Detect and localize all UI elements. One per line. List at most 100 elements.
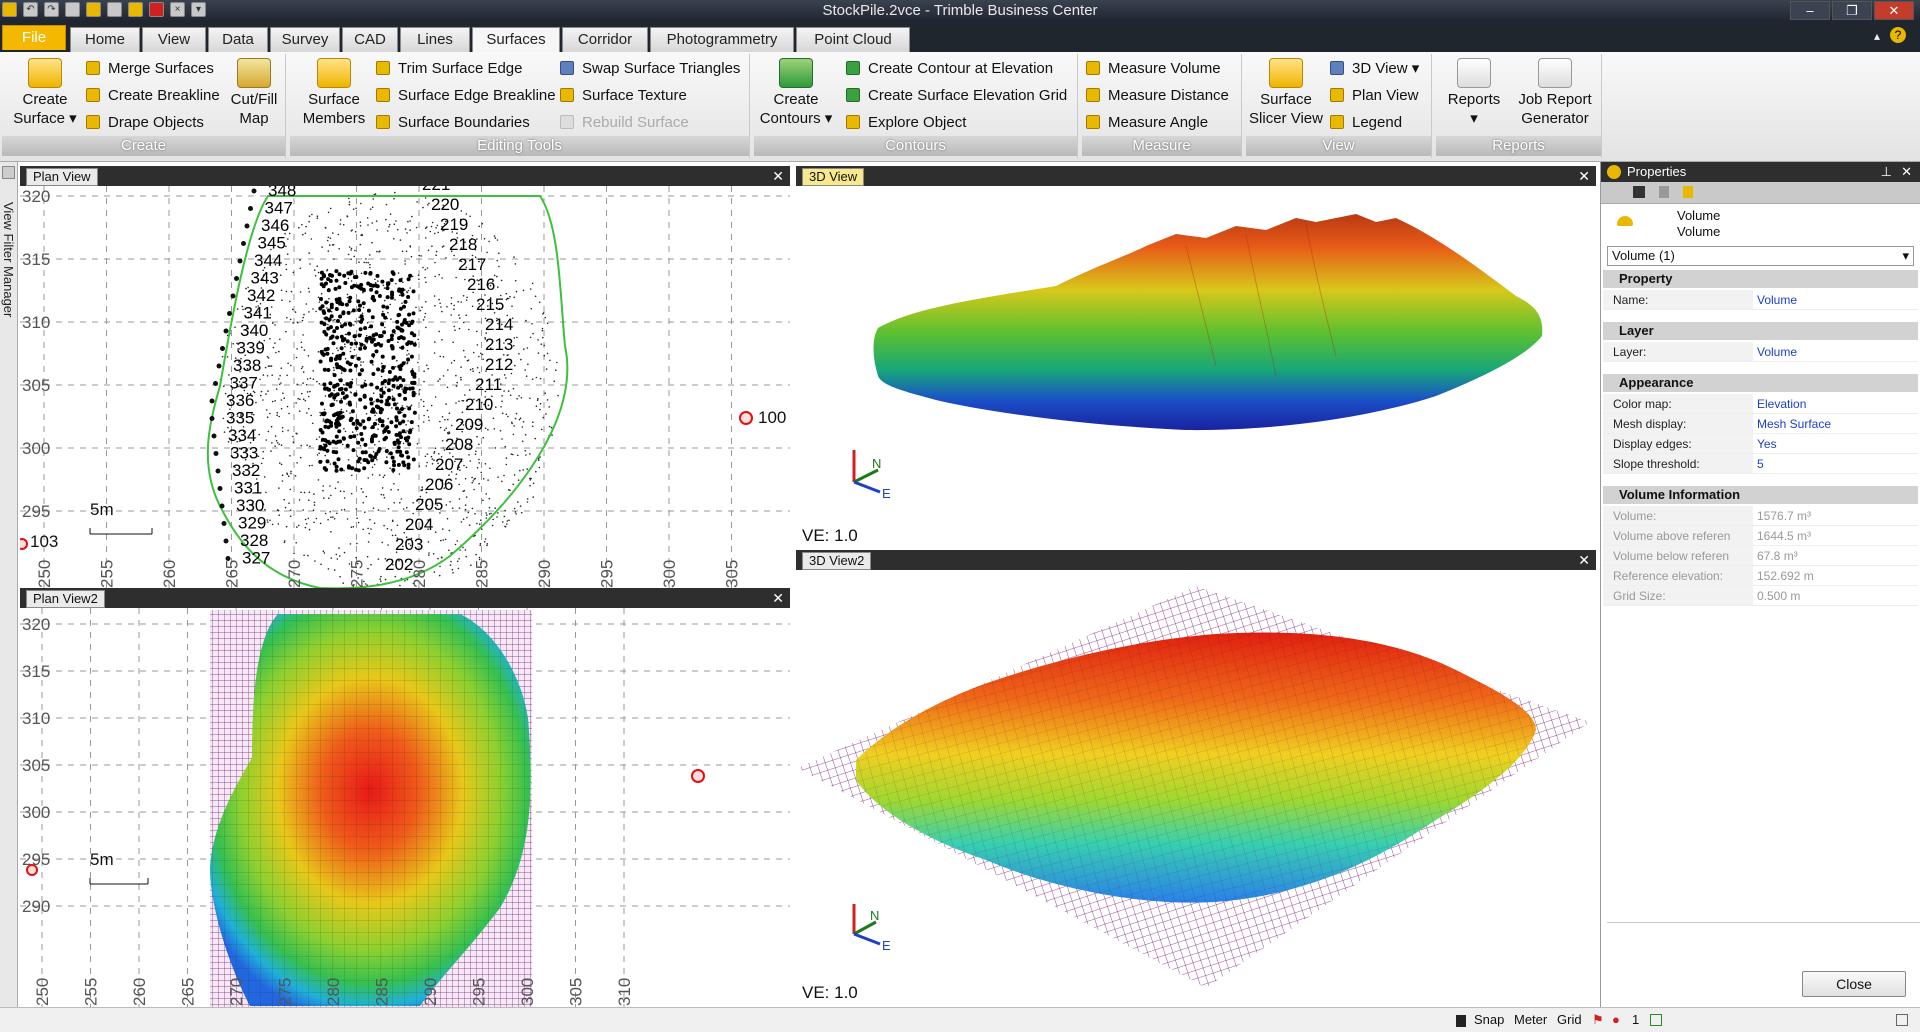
- drape-objects-button[interactable]: Drape Objects: [86, 112, 204, 134]
- status-box-icon[interactable]: [1896, 1014, 1908, 1026]
- snap-toggle[interactable]: Snap: [1474, 1012, 1504, 1027]
- surface-edge-breakline-button[interactable]: Surface Edge Breakline: [376, 85, 556, 107]
- close-icon[interactable]: ✕: [772, 589, 784, 607]
- plan-view2-canvas[interactable]: 320 315 310 305 300 295 290 250 255 260 265 270 275 2…: [20, 608, 790, 1007]
- create-breakline-button[interactable]: Create Breakline: [86, 85, 220, 107]
- sort-icon[interactable]: [1659, 186, 1670, 198]
- property-row[interactable]: Color map: Elevation: [1603, 394, 1918, 414]
- swap-surface-triangles-button[interactable]: Swap Surface Triangles: [560, 58, 740, 80]
- flag-icon[interactable]: ⚑: [1592, 1012, 1604, 1028]
- create-surface-button[interactable]: Create Surface ▾: [6, 58, 84, 128]
- grid-toggle[interactable]: Grid: [1557, 1012, 1582, 1027]
- property-row[interactable]: Volume: 1576.7 m³: [1603, 506, 1918, 526]
- property-value[interactable]: 1576.7 m³: [1753, 506, 1918, 525]
- pin-icon[interactable]: [2, 166, 15, 179]
- property-row[interactable]: Layer: Volume: [1603, 342, 1918, 362]
- plan-view-button[interactable]: Plan View: [1330, 85, 1418, 107]
- close-window-button[interactable]: ✕: [1874, 1, 1914, 20]
- pin-icon[interactable]: ⊥: [1881, 162, 1892, 182]
- object-selector[interactable]: Volume (1) ▾: [1607, 246, 1914, 266]
- 3d-view2-tab[interactable]: 3D View2: [802, 552, 872, 570]
- reports-button[interactable]: Reports ▾: [1442, 58, 1506, 128]
- property-row[interactable]: Slope threshold: 5: [1603, 454, 1918, 474]
- tab-photogrammetry[interactable]: Photogrammetry: [650, 27, 794, 52]
- snap-icon[interactable]: [1456, 1015, 1466, 1027]
- property-value[interactable]: Mesh Surface: [1753, 414, 1918, 433]
- close-icon[interactable]: ✕: [1578, 167, 1590, 185]
- measure-distance-button[interactable]: Measure Distance: [1086, 85, 1229, 107]
- property-row[interactable]: Name: Volume: [1603, 290, 1918, 310]
- property-value[interactable]: Volume: [1753, 342, 1918, 361]
- property-row[interactable]: Mesh display: Mesh Surface: [1603, 414, 1918, 434]
- close-button[interactable]: Close: [1802, 971, 1906, 997]
- view-filter-manager-tab[interactable]: View Filter Manager: [0, 162, 18, 1007]
- cut-fill-map-button[interactable]: Cut/Fill Map: [224, 58, 284, 128]
- tab-home[interactable]: Home: [70, 27, 140, 52]
- tab-lines[interactable]: Lines: [400, 27, 470, 52]
- plan-view2-tab[interactable]: Plan View2: [26, 590, 105, 608]
- property-value[interactable]: 67.8 m³: [1753, 546, 1918, 565]
- property-row[interactable]: Display edges: Yes: [1603, 434, 1918, 454]
- property-row[interactable]: Reference elevation: 152.692 m: [1603, 566, 1918, 586]
- record-icon[interactable]: ●: [1612, 1012, 1620, 1027]
- section-header[interactable]: Layer: [1603, 322, 1918, 340]
- create-surface-elevation-grid-button[interactable]: Create Surface Elevation Grid: [846, 85, 1067, 107]
- measure-angle-button[interactable]: Measure Angle: [1086, 112, 1208, 134]
- units-indicator[interactable]: Meter: [1514, 1012, 1547, 1027]
- selection-icon[interactable]: [1650, 1014, 1662, 1026]
- tab-cad[interactable]: CAD: [342, 27, 398, 52]
- surface-slicer-view-button[interactable]: Surface Slicer View: [1248, 58, 1324, 128]
- explore-object-button[interactable]: Explore Object: [846, 112, 966, 134]
- section-header[interactable]: Appearance: [1603, 374, 1918, 392]
- section-header[interactable]: Property: [1603, 270, 1918, 288]
- property-value[interactable]: Elevation: [1753, 394, 1918, 413]
- plan-view-tab[interactable]: Plan View: [26, 168, 98, 186]
- close-icon[interactable]: ✕: [772, 167, 784, 185]
- 3d-view-button[interactable]: 3D View ▾: [1330, 58, 1419, 80]
- maximize-button[interactable]: ❐: [1832, 1, 1872, 20]
- property-value[interactable]: 1644.5 m³: [1753, 526, 1918, 545]
- close-icon[interactable]: ✕: [1901, 162, 1912, 182]
- help-icon[interactable]: ?: [1890, 27, 1906, 43]
- property-value[interactable]: Volume: [1753, 290, 1918, 309]
- 3d-view2-canvas[interactable]: N E VE: 1.0: [796, 570, 1596, 1007]
- rebuild-surface-button[interactable]: Rebuild Surface: [560, 112, 689, 134]
- create-contour-at-elevation-button[interactable]: Create Contour at Elevation: [846, 58, 1053, 80]
- section-header[interactable]: Volume Information: [1603, 486, 1918, 504]
- legend-button[interactable]: Legend: [1330, 112, 1402, 134]
- property-row[interactable]: Volume above referen 1644.5 m³: [1603, 526, 1918, 546]
- plan-view-canvas[interactable]: 348 347 346 345 344 343 342 341 340 339 338 337 336 3…: [20, 175, 790, 590]
- categorized-icon[interactable]: [1633, 186, 1645, 198]
- control-point-marker[interactable]: [20, 538, 28, 550]
- surface-texture-button[interactable]: Surface Texture: [560, 85, 687, 107]
- surface-boundaries-button[interactable]: Surface Boundaries: [376, 112, 530, 134]
- trim-surface-edge-button[interactable]: Trim Surface Edge: [376, 58, 523, 80]
- tab-surfaces[interactable]: Surfaces: [472, 27, 560, 53]
- tab-corridor[interactable]: Corridor: [562, 27, 648, 52]
- property-row[interactable]: Grid Size: 0.500 m: [1603, 586, 1918, 606]
- property-row[interactable]: Volume below referen 67.8 m³: [1603, 546, 1918, 566]
- create-contours-button[interactable]: Create Contours ▾: [758, 58, 834, 128]
- surface-members-button[interactable]: Surface Members: [294, 58, 374, 128]
- control-point-marker[interactable]: [739, 411, 753, 425]
- property-value[interactable]: Yes: [1753, 434, 1918, 453]
- minimize-button[interactable]: –: [1790, 1, 1830, 20]
- tab-data[interactable]: Data: [208, 27, 268, 52]
- property-value[interactable]: 5: [1753, 454, 1918, 473]
- close-icon[interactable]: ✕: [1578, 551, 1590, 569]
- merge-surfaces-button[interactable]: Merge Surfaces: [86, 58, 214, 80]
- tab-view[interactable]: View: [142, 27, 206, 52]
- property-value[interactable]: 152.692 m: [1753, 566, 1918, 585]
- tab-point-cloud[interactable]: Point Cloud: [796, 27, 910, 52]
- ribbon-minimize-icon[interactable]: ▴: [1874, 29, 1880, 43]
- job-report-generator-button[interactable]: Job Report Generator: [1514, 58, 1596, 128]
- 3d-view-tab[interactable]: 3D View: [802, 168, 865, 186]
- tab-survey[interactable]: Survey: [270, 27, 340, 52]
- filter-icon[interactable]: [1683, 186, 1694, 198]
- 3d-view-canvas[interactable]: N E VE: 1.0: [796, 186, 1596, 550]
- tab-file[interactable]: File: [2, 25, 66, 50]
- control-point-marker[interactable]: [26, 864, 38, 876]
- property-value[interactable]: 0.500 m: [1753, 586, 1918, 605]
- control-point-marker[interactable]: [691, 769, 705, 783]
- measure-volume-button[interactable]: Measure Volume: [1086, 58, 1221, 80]
